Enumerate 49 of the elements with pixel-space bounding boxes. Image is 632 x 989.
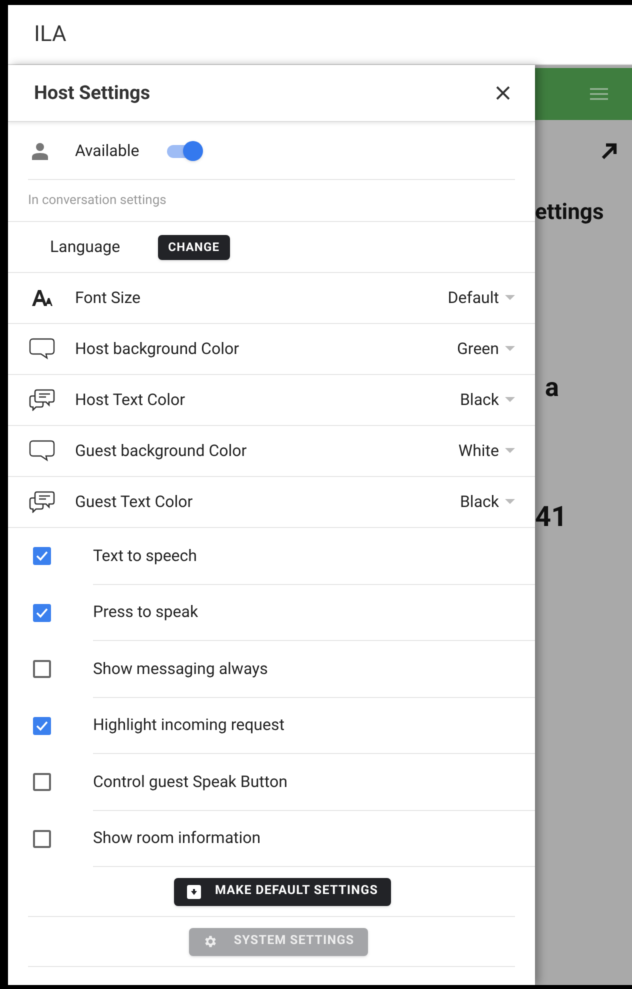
caret-icon <box>505 295 515 301</box>
language-label: Language <box>50 236 120 258</box>
arrow-icon <box>600 142 618 160</box>
checkbox-label: Show messaging always <box>93 658 268 680</box>
menu-icon <box>590 88 608 100</box>
checkbox[interactable] <box>33 830 51 848</box>
available-label: Available <box>75 140 140 162</box>
chat-bubbles-icon <box>28 491 54 513</box>
available-toggle[interactable] <box>165 140 204 160</box>
setting-label: Host background Color <box>75 338 240 360</box>
setting-label: Guest Text Color <box>75 491 194 513</box>
checkbox[interactable] <box>33 660 51 678</box>
section-label: In conversation settings <box>28 192 166 210</box>
checkbox[interactable] <box>33 773 51 792</box>
value-dropdown[interactable]: Black <box>460 388 515 412</box>
speech-bubble-icon <box>28 338 54 360</box>
background-text: 41 <box>535 499 568 535</box>
gear-icon <box>202 934 218 949</box>
chat-bubbles-icon <box>28 389 54 411</box>
person-icon <box>31 142 49 160</box>
setting-label: Host Text Color <box>75 389 186 411</box>
checkbox-label: Text to speech <box>93 544 197 567</box>
checkbox-label: Highlight incoming request <box>93 714 284 736</box>
caret-icon <box>505 397 515 403</box>
caret-icon <box>505 499 515 505</box>
background-text: ettings <box>535 199 605 227</box>
font-size-icon <box>30 289 52 307</box>
setting-label: Font Size <box>75 287 142 309</box>
make-default-settings-button[interactable]: MAKE DEFAULT SETTINGS <box>174 878 392 906</box>
archive-icon <box>186 884 201 898</box>
caret-icon <box>505 448 515 454</box>
value-dropdown[interactable]: Black <box>460 490 515 514</box>
checkbox[interactable] <box>33 547 51 566</box>
value-dropdown[interactable]: Green <box>457 337 515 361</box>
checkbox-label: Control guest Speak Button <box>93 770 288 793</box>
value-dropdown[interactable]: Default <box>448 286 515 310</box>
drawer-title: Host Settings <box>34 80 150 106</box>
checkbox-label: Show room information <box>93 827 261 850</box>
close-icon <box>495 85 511 101</box>
app-title: ILA <box>34 21 66 49</box>
checkbox[interactable] <box>33 716 51 735</box>
caret-icon <box>505 346 515 352</box>
speech-bubble-icon <box>28 440 54 462</box>
checkbox[interactable] <box>33 604 51 622</box>
background-text: a <box>545 372 560 405</box>
change-button[interactable]: CHANGE <box>158 234 230 260</box>
value-dropdown[interactable]: White <box>458 439 515 463</box>
setting-label: Guest background Color <box>75 440 248 462</box>
checkbox-label: Press to speak <box>93 601 198 624</box>
